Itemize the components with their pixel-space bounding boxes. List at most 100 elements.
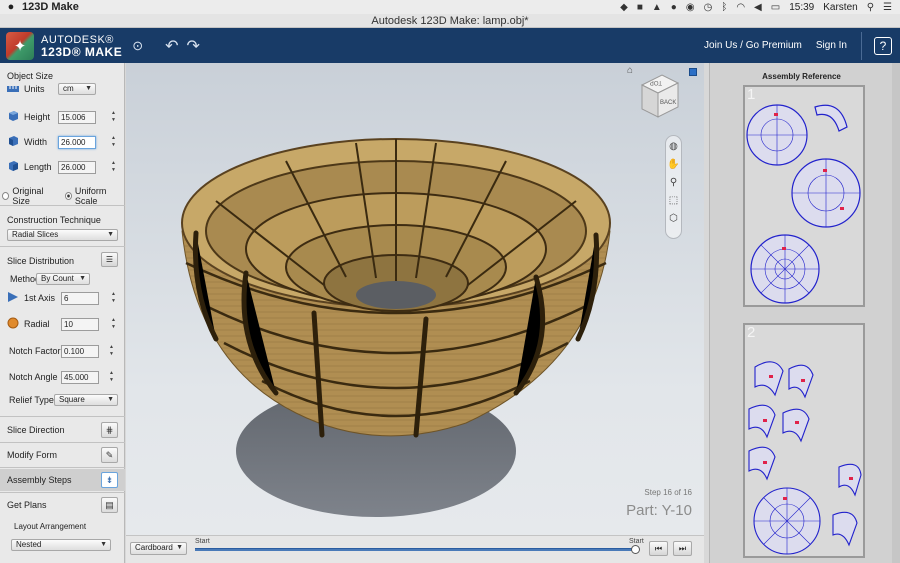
height-row: Height 15.006 ▲ ▼ (0, 110, 125, 124)
notch-factor-stepper[interactable]: ▲ ▼ (108, 344, 115, 358)
redo-icon[interactable]: ↷ (187, 36, 200, 56)
length-stepper[interactable]: ▲ ▼ (110, 160, 117, 174)
part-arc (748, 446, 776, 481)
first-axis-stepper[interactable]: ▲ ▼ (110, 291, 117, 305)
relief-dropdown[interactable]: Square (54, 394, 118, 406)
notch-angle-label: Notch Angle (9, 372, 58, 382)
width-input[interactable]: 26.000 (58, 135, 96, 149)
part-label-mark (763, 419, 767, 422)
sheet-1[interactable]: 1 (743, 85, 865, 307)
window-title-bar: Autodesk 123D Make: lamp.obj* (0, 14, 900, 28)
units-row: Units cm (0, 83, 125, 95)
status-icon[interactable]: ● (671, 2, 677, 13)
ruler-icon (7, 86, 19, 92)
uniform-scale-radio[interactable] (64, 192, 72, 200)
clock[interactable]: 15:39 (789, 2, 814, 13)
step-counter: Step 16 of 16 (644, 488, 692, 497)
units-dropdown[interactable]: cm (58, 83, 96, 95)
sheet-2[interactable]: 2 (743, 323, 865, 558)
wifi-icon[interactable]: ◠ (736, 2, 745, 13)
app-menu-chevron-icon[interactable]: ⊙ (132, 38, 143, 54)
notch-angle-input[interactable]: 45.000 (61, 370, 99, 384)
status-icon[interactable]: ◉ (686, 2, 695, 13)
height-box-icon (9, 111, 18, 121)
part-arc (814, 104, 848, 132)
status-icon[interactable]: ■ (637, 2, 643, 13)
time-machine-icon[interactable]: ◷ (704, 2, 713, 13)
modify-form-label: Modify Form (7, 450, 58, 460)
app-logo-icon[interactable]: ✦ (6, 31, 34, 60)
battery-icon[interactable]: ▭ (771, 2, 780, 13)
slice-direction-button[interactable]: Slice Direction ⋕ (0, 419, 125, 441)
orbit-icon[interactable]: ◍ (669, 141, 678, 152)
scale-options-row: Original Size Uniform Scale (0, 186, 125, 206)
sheet-number: 2 (747, 324, 756, 341)
next-step-button[interactable]: ⏭ (673, 541, 692, 556)
slice-list-icon[interactable]: ☰ (101, 252, 118, 267)
construction-title: Construction Technique (7, 215, 101, 225)
modify-form-icon: ✎ (101, 447, 118, 463)
get-plans-button[interactable]: Get Plans ▤ (0, 494, 125, 516)
radial-input[interactable]: 10 (61, 317, 99, 331)
height-stepper[interactable]: ▲ ▼ (110, 110, 117, 124)
length-input[interactable]: 26.000 (58, 160, 96, 174)
app-logo-text: AUTODESK® 123D® MAKE (41, 34, 122, 58)
app-menu[interactable]: 123D Make (22, 1, 79, 13)
radial-stepper[interactable]: ▲ ▼ (110, 317, 117, 331)
zoom-icon[interactable]: ⚲ (670, 177, 677, 188)
pan-hand-icon[interactable]: ✋ (667, 159, 679, 170)
method-dropdown[interactable]: By Count (36, 273, 90, 285)
bluetooth-icon[interactable]: ᛒ (721, 2, 727, 13)
view-cube-toggle-icon[interactable]: ⬡ (669, 213, 678, 224)
view-cube[interactable]: TOP BACK (636, 71, 682, 123)
step-slider-thumb[interactable] (631, 545, 640, 554)
previous-step-button[interactable]: ⏮ (649, 541, 668, 556)
undo-icon[interactable]: ↶ (165, 36, 178, 56)
search-icon[interactable]: ⚲ (867, 2, 874, 13)
notch-angle-stepper[interactable]: ▲ ▼ (108, 370, 115, 384)
first-axis-input[interactable]: 6 (61, 291, 99, 305)
apple-menu-icon[interactable]: ● (0, 1, 22, 13)
viewport-menu-icon[interactable] (689, 68, 697, 76)
lamp-model-render[interactable] (126, 63, 704, 535)
relief-row: Relief Type Square (0, 394, 125, 406)
layout-arrangement-dropdown[interactable]: Nested (11, 539, 111, 551)
original-size-radio[interactable] (2, 192, 10, 200)
status-icon[interactable]: ▲ (652, 2, 662, 13)
slice-direction-label: Slice Direction (7, 425, 65, 435)
step-bar: Cardboard Start Start ⏮ ⏭ (126, 535, 704, 563)
material-dropdown[interactable]: Cardboard (130, 542, 187, 555)
user-name[interactable]: Karsten (823, 2, 857, 13)
method-row: Method By Count (0, 273, 125, 285)
logo-line-1: AUTODESK® (41, 33, 114, 46)
part-arc (748, 404, 776, 439)
divider (0, 467, 125, 468)
part-arc (754, 361, 784, 397)
step-slider-track[interactable] (195, 548, 636, 551)
height-input[interactable]: 15.006 (58, 110, 96, 124)
slider-start-label: Start (195, 538, 210, 545)
get-plans-icon: ▤ (101, 497, 118, 513)
volume-icon[interactable]: ◀ (754, 2, 762, 13)
radial-label: Radial (24, 319, 50, 329)
notch-factor-row: Notch Factor 0.100 ▲ ▼ (0, 344, 125, 358)
part-label-mark (801, 379, 805, 382)
notch-angle-row: Notch Angle 45.000 ▲ ▼ (0, 370, 125, 384)
notch-factor-input[interactable]: 0.100 (61, 344, 99, 358)
modify-form-button[interactable]: Modify Form ✎ (0, 444, 125, 466)
zoom-extents-icon[interactable]: ⬚ (669, 195, 678, 206)
construction-dropdown[interactable]: Radial Slices (7, 229, 118, 241)
home-icon[interactable]: ⌂ (627, 65, 633, 76)
dropbox-icon[interactable]: ◆ (620, 2, 628, 13)
sheet-number: 1 (747, 86, 756, 103)
help-button[interactable]: ? (874, 36, 892, 55)
width-stepper[interactable]: ▲ ▼ (110, 135, 117, 149)
sign-in-link[interactable]: Sign In (816, 40, 847, 51)
assembly-steps-label: Assembly Steps (7, 475, 72, 485)
reference-scrollbar[interactable] (892, 63, 900, 563)
sheet-2-parts (748, 361, 862, 555)
join-link[interactable]: Join Us / Go Premium (704, 40, 802, 51)
assembly-steps-button[interactable]: Assembly Steps ⇟ (0, 469, 125, 491)
3d-viewport[interactable]: ⌂ TOP BACK ◍ ✋ ⚲ ⬚ ⬡ Step 16 of 16 Part:… (126, 63, 704, 535)
menu-list-icon[interactable]: ☰ (883, 2, 892, 13)
